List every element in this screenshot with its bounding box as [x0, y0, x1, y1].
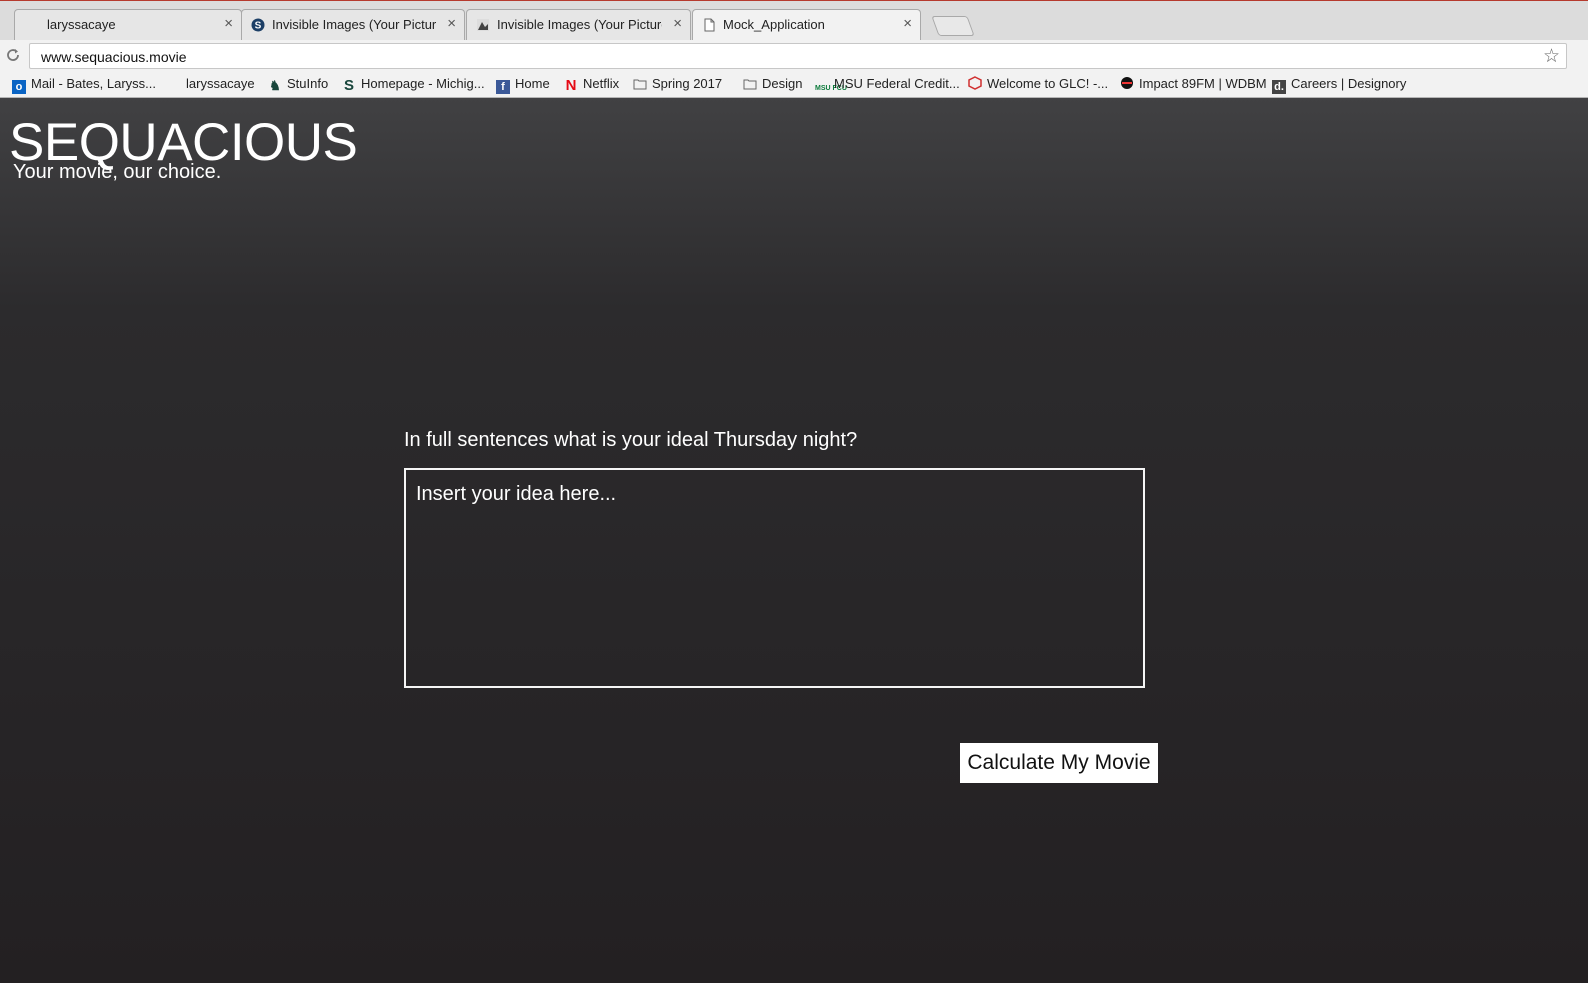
- tab-mock-application[interactable]: Mock_Application ×: [692, 9, 921, 41]
- spartan-icon: ♞: [269, 78, 281, 93]
- bookmarks-bar: o Mail - Bates, Laryss... laryssacaye ♞ St…: [0, 72, 1588, 98]
- tab-title: Invisible Images (Your Pictures: [272, 17, 436, 32]
- tab-title: Mock_Application: [723, 17, 825, 32]
- svg-text:S: S: [255, 21, 262, 32]
- bookmark-laryssacaye[interactable]: laryssacaye: [186, 76, 255, 94]
- folder-icon: [743, 78, 757, 92]
- idea-textarea[interactable]: [404, 468, 1145, 688]
- bookmark-label: Careers | Designory: [1291, 76, 1407, 91]
- netflix-icon: N: [565, 77, 577, 94]
- bookmark-spring-2017[interactable]: Spring 2017: [633, 76, 722, 94]
- question-label: In full sentences what is your ideal Thu…: [404, 429, 858, 451]
- tab-strip: laryssacaye × S Invisible Images (Your P…: [0, 0, 1588, 41]
- bookmark-label: MSU Federal Credit...: [834, 76, 960, 91]
- folder-icon: [633, 78, 647, 92]
- bookmark-msu-homepage[interactable]: S Homepage - Michig...: [342, 76, 485, 94]
- page-content: SEQUACIOUS Your movie, our choice. In fu…: [0, 98, 1588, 983]
- new-tab-button[interactable]: [931, 16, 975, 36]
- designory-icon: d.: [1272, 80, 1286, 94]
- tab-invisible-images-2[interactable]: Invisible Images (Your Pictures ×: [466, 9, 691, 41]
- bookmark-label: Spring 2017: [652, 76, 723, 91]
- glc-icon: [968, 76, 982, 90]
- bookmark-mail[interactable]: o Mail - Bates, Laryss...: [12, 76, 156, 94]
- s-logo-icon: S: [251, 18, 265, 32]
- bookmark-facebook-home[interactable]: f Home: [496, 76, 550, 94]
- document-icon: [702, 18, 716, 32]
- bookmark-netflix[interactable]: N Netflix: [564, 76, 620, 94]
- url-text[interactable]: www.sequacious.movie: [41, 49, 187, 65]
- tab-invisible-images-1[interactable]: S Invisible Images (Your Pictures ×: [241, 9, 465, 41]
- msu-s-icon: S: [343, 77, 354, 94]
- bookmark-label: Design: [762, 76, 803, 91]
- bookmark-label: Homepage - Michig...: [361, 76, 485, 91]
- brand-tagline: Your movie, our choice.: [13, 161, 222, 183]
- msufcu-icon: MSU FCU: [815, 85, 847, 92]
- tab-title: Invisible Images (Your Pictures: [497, 17, 662, 32]
- calculate-movie-button[interactable]: Calculate My Movie: [960, 743, 1158, 783]
- close-icon[interactable]: ×: [447, 15, 456, 32]
- facebook-icon: f: [496, 80, 510, 94]
- address-bar[interactable]: www.sequacious.movie ☆: [29, 43, 1567, 69]
- outlook-icon: o: [12, 80, 26, 94]
- impact-icon: [1120, 76, 1134, 90]
- bookmark-glc[interactable]: Welcome to GLC! -...: [968, 76, 1108, 94]
- bookmark-msu-federal[interactable]: MSU FCUMSU Federal Credit...: [815, 76, 960, 94]
- bookmark-designory[interactable]: d. Careers | Designory: [1272, 76, 1406, 94]
- close-icon[interactable]: ×: [903, 15, 912, 32]
- browser-toolbar: www.sequacious.movie ☆: [0, 40, 1588, 72]
- close-icon[interactable]: ×: [673, 15, 682, 32]
- bookmark-design[interactable]: Design: [743, 76, 802, 94]
- tab-title: laryssacaye: [47, 17, 116, 32]
- tab-laryssacaye[interactable]: laryssacaye ×: [14, 9, 242, 41]
- bookmark-label: Welcome to GLC! -...: [987, 76, 1109, 91]
- bookmark-label: laryssacaye: [186, 76, 255, 91]
- bookmark-label: Home: [515, 76, 550, 91]
- bookmark-label: Mail - Bates, Laryss...: [31, 76, 156, 91]
- bookmark-label: Impact 89FM | WDBM: [1139, 76, 1267, 91]
- close-icon[interactable]: ×: [224, 15, 233, 32]
- bookmark-stuinfo[interactable]: ♞ StuInfo: [268, 76, 328, 94]
- reload-icon[interactable]: [5, 47, 21, 63]
- bookmark-impact-89fm[interactable]: Impact 89FM | WDBM: [1120, 76, 1267, 94]
- bookmark-label: StuInfo: [287, 76, 329, 91]
- image-site-icon: [476, 18, 490, 32]
- bookmark-label: Netflix: [583, 76, 620, 91]
- bookmark-star-icon[interactable]: ☆: [1543, 45, 1560, 68]
